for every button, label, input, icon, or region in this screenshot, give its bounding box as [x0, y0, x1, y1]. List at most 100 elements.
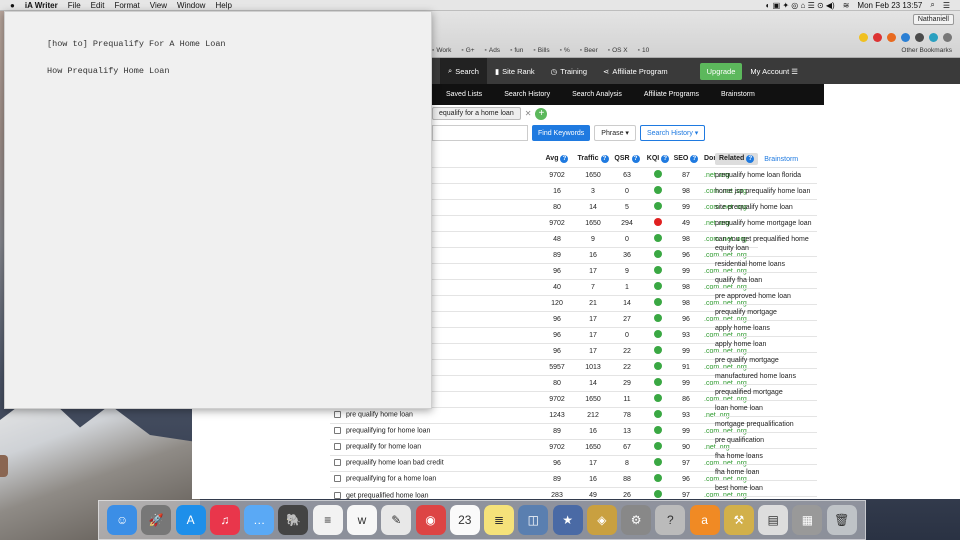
help-icon[interactable]: ? — [560, 154, 569, 163]
related-item[interactable]: fha home loans — [713, 448, 817, 464]
keyword-cell[interactable]: pre qualify home loan — [330, 406, 538, 423]
related-item[interactable]: prequalify mortgage — [713, 304, 817, 320]
related-item[interactable]: manufactured home loans — [713, 368, 817, 384]
notes-icon[interactable]: ≣ — [484, 505, 515, 535]
related-item[interactable]: best home loan — [713, 480, 817, 496]
related-item[interactable]: pre approved home loan — [713, 288, 817, 304]
row-checkbox[interactable] — [334, 491, 341, 499]
keyword-cell[interactable]: prequalify for home loan — [330, 438, 538, 455]
related-item[interactable]: residential home loans — [713, 256, 817, 272]
keyword-cell[interactable]: get prequalified home loan — [330, 486, 538, 499]
subnav-brainstorm[interactable]: Brainstorm — [721, 91, 755, 98]
menu-icon[interactable] — [943, 33, 952, 42]
related-item[interactable]: apply home loans — [713, 320, 817, 336]
related-item[interactable]: can you get prequalified home equity loa… — [713, 231, 817, 256]
keyword-cell[interactable]: prequalify home loan bad credit — [330, 454, 538, 471]
row-checkbox[interactable] — [334, 475, 341, 483]
keyword-text[interactable]: prequalifying for a home loan — [346, 476, 436, 483]
app-store-icon[interactable]: A — [175, 505, 206, 535]
keyword-text[interactable]: pre qualify home loan — [346, 412, 413, 419]
help-icon[interactable]: ? — [655, 505, 686, 535]
related-item[interactable]: fx home loan pre qualify — [713, 496, 817, 499]
tab-related[interactable]: Related? — [715, 153, 759, 165]
related-item[interactable]: qualify fha loan — [713, 272, 817, 288]
desktop-item[interactable] — [0, 455, 8, 477]
subnav-affiliate-programs[interactable]: Affiliate Programs — [644, 91, 699, 98]
calendar-icon[interactable]: 23 — [449, 505, 480, 535]
table-row[interactable]: pre qualify home loan 1243 212 78 93 .net .or… — [330, 406, 758, 423]
reminders-icon[interactable]: ≡ — [312, 505, 343, 535]
related-item[interactable]: pre qualify mortgage — [713, 352, 817, 368]
keyword-text[interactable]: prequalify home loan bad credit — [346, 460, 444, 467]
keyword-text[interactable]: get prequalified home loan — [346, 492, 429, 499]
editor-line[interactable]: How Prequalify Home Loan — [47, 66, 431, 76]
subnav-search-history[interactable]: Search History — [504, 91, 550, 98]
search-history-dropdown[interactable]: Search History ▾ — [639, 125, 706, 141]
apple-icon[interactable]: ● — [10, 1, 15, 10]
nav-affiliate[interactable]: ⋖ Affiliate Program — [595, 58, 676, 84]
bookmark-item[interactable]: OS X — [608, 47, 628, 54]
find-keywords-button[interactable]: Find Keywords — [532, 125, 591, 141]
table-row[interactable]: prequalifying for home loan 89 16 13 99 .com … — [330, 422, 758, 439]
header-qsr[interactable]: QSR? — [610, 151, 644, 167]
evernote-icon[interactable]: 🐘 — [278, 505, 309, 535]
subnav-search-analysis[interactable]: Search Analysis — [572, 91, 622, 98]
keyword-cell[interactable]: prequalifying for a home loan — [330, 470, 538, 487]
related-item[interactable]: home jsp prequalify home loan — [713, 183, 817, 199]
subnav-saved-lists[interactable]: Saved Lists — [446, 91, 482, 98]
other-bookmarks[interactable]: Other Bookmarks — [901, 47, 952, 54]
related-item[interactable]: prequalify home mortgage loan — [713, 215, 817, 231]
related-item[interactable]: pre qualification — [713, 432, 817, 448]
wifi-icon[interactable]: ≋ — [843, 1, 850, 10]
related-item[interactable]: loan home loan — [713, 400, 817, 416]
header-seo[interactable]: SEO? — [672, 151, 700, 167]
itunes-icon[interactable]: ♫ — [209, 505, 240, 535]
nav-training[interactable]: ◷ Training — [543, 58, 595, 84]
photos-icon[interactable]: ◈ — [586, 505, 617, 535]
status-icons[interactable]: ◐ ▣ ✦ ◎ ⌂ ☰ ⊙ ◀) — [766, 1, 835, 10]
finder-icon[interactable]: ☺ — [107, 505, 138, 535]
help-icon[interactable]: ? — [631, 154, 640, 163]
keyword-cell[interactable]: prequalifying for home loan — [330, 422, 538, 439]
extension-icon[interactable] — [887, 33, 896, 42]
table-row[interactable]: prequalifying for a home loan 89 16 88 96 .co… — [330, 470, 758, 487]
related-item[interactable]: site prequalify home loan — [713, 199, 817, 215]
related-item[interactable]: mortgage prequalification — [713, 416, 817, 432]
nav-site-rank[interactable]: ▮ Site Rank — [487, 58, 543, 84]
amazon-icon[interactable]: a — [689, 505, 720, 535]
nav-search[interactable]: ⌕ Search — [440, 58, 487, 84]
trash-icon[interactable]: 🗑 — [826, 505, 857, 535]
table-row[interactable]: prequalify home loan bad credit 96 17 8 97 .c… — [330, 454, 758, 471]
documents-icon[interactable]: ▤ — [758, 505, 789, 535]
add-icon[interactable]: + — [535, 107, 548, 120]
app-menu[interactable]: iA Writer — [25, 1, 58, 10]
header-avg[interactable]: Avg? — [538, 151, 576, 167]
clock[interactable]: Mon Feb 23 13:57 — [857, 1, 922, 10]
bookmark-item[interactable]: % — [560, 47, 570, 54]
help-icon[interactable]: ? — [690, 154, 699, 163]
tab-brainstorm[interactable]: Brainstorm — [764, 156, 798, 163]
bookmark-item[interactable]: 10 — [638, 47, 649, 54]
menu-file[interactable]: File — [68, 1, 81, 10]
keyword-text[interactable]: prequalify for home loan — [346, 444, 421, 451]
header-traffic[interactable]: Traffic? — [576, 151, 610, 167]
upgrade-button[interactable]: Upgrade — [699, 62, 743, 80]
menu-window[interactable]: Window — [177, 1, 205, 10]
bookmark-item[interactable]: Bills — [533, 47, 550, 54]
related-item[interactable]: fha home loan — [713, 464, 817, 480]
row-checkbox[interactable] — [334, 443, 341, 451]
bookmark-item[interactable]: Ads — [485, 47, 500, 54]
search-icon[interactable]: ⌕ — [930, 0, 934, 10]
bookmark-item[interactable]: G+ — [461, 47, 475, 54]
row-checkbox[interactable] — [334, 411, 341, 419]
extension-icon[interactable] — [929, 33, 938, 42]
related-item[interactable]: prequalified mortgage — [713, 384, 817, 400]
imovie-icon[interactable]: ★ — [552, 505, 583, 535]
help-icon[interactable]: ? — [600, 154, 609, 163]
keyword-text[interactable]: prequalifying for home loan — [346, 428, 430, 435]
row-checkbox[interactable] — [334, 427, 341, 435]
header-kqi[interactable]: KQI? — [644, 151, 672, 167]
messages-icon[interactable]: … — [244, 505, 275, 535]
textedit-icon[interactable]: ✎ — [381, 505, 412, 535]
xcode-icon[interactable]: ⚒ — [723, 505, 754, 535]
